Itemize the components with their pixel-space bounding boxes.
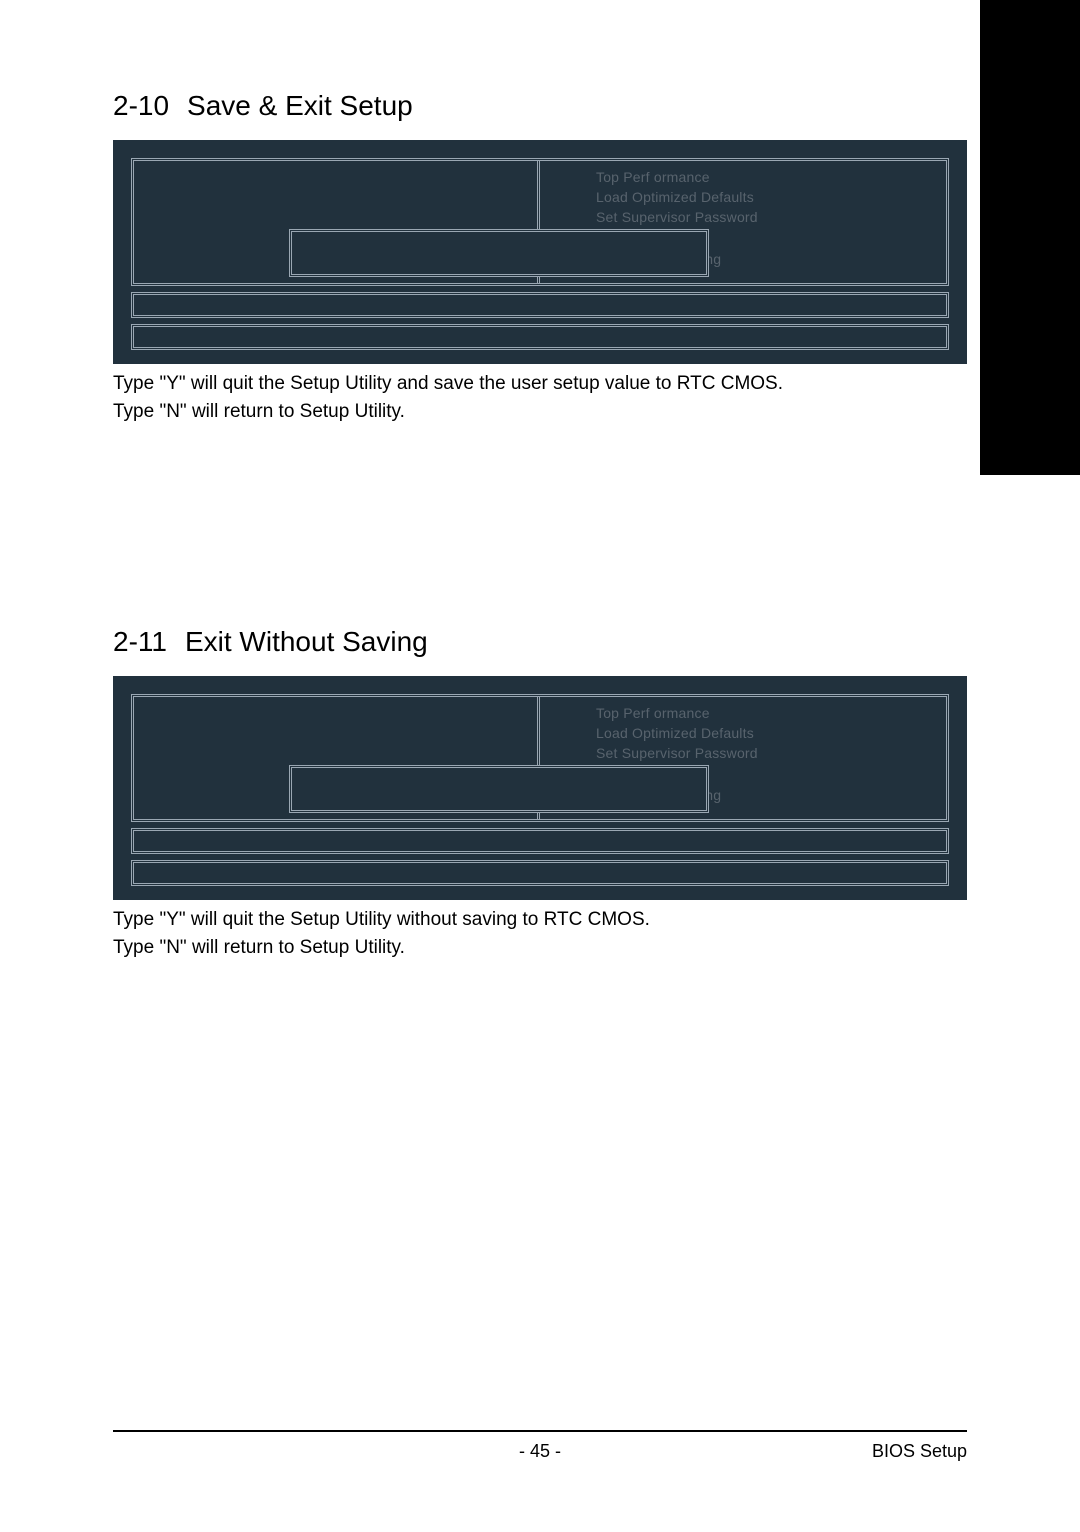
menu-item-top-performance: Top Perf ormance xyxy=(596,703,946,723)
bios-dialog-box xyxy=(289,229,709,277)
footer: - 45 - BIOS Setup xyxy=(113,1441,967,1462)
bios-screenshot-save-exit: Top Perf ormance Load Optimized Defaults… xyxy=(113,140,967,364)
menu-item-load-optimized-defaults: Load Optimized Defaults xyxy=(596,187,946,207)
desc-line: Type "Y" will quit the Setup Utility and… xyxy=(113,370,967,398)
section-title: Save & Exit Setup xyxy=(187,90,413,121)
description-exit-without: Type "Y" will quit the Setup Utility wit… xyxy=(113,906,967,962)
bios-right-col: Top Perf ormance Load Optimized Defaults… xyxy=(540,161,946,233)
bios-screenshot-exit-without: Top Perf ormance Load Optimized Defaults… xyxy=(113,676,967,900)
menu-item-top-performance: Top Perf ormance xyxy=(596,167,946,187)
bios-bottom-bar-2 xyxy=(131,860,949,886)
menu-item-set-supervisor-password: Set Supervisor Password xyxy=(596,743,946,763)
bios-frame: Top Perf ormance Load Optimized Defaults… xyxy=(131,158,949,286)
section-title: Exit Without Saving xyxy=(185,626,428,657)
menu-item-set-supervisor-password: Set Supervisor Password xyxy=(596,207,946,227)
section-heading-save-exit: 2-10 Save & Exit Setup xyxy=(113,90,967,122)
desc-line: Type "N" will return to Setup Utility. xyxy=(113,398,967,426)
bios-left-col xyxy=(134,697,537,763)
section-heading-exit-without: 2-11 Exit Without Saving xyxy=(113,626,967,658)
side-tab xyxy=(980,0,1080,475)
bios-frame: Top Perf ormance Load Optimized Defaults… xyxy=(131,694,949,822)
section-number: 2-10 xyxy=(113,90,169,121)
desc-line: Type "N" will return to Setup Utility. xyxy=(113,934,967,962)
footer-section-label: BIOS Setup xyxy=(872,1441,967,1462)
bios-bottom-bar-1 xyxy=(131,292,949,318)
bios-dialog-box xyxy=(289,765,709,813)
footer-rule xyxy=(113,1430,967,1432)
page-number: - 45 - xyxy=(519,1441,561,1462)
section-number: 2-11 xyxy=(113,626,167,657)
bios-bottom-bar-1 xyxy=(131,828,949,854)
bios-right-col: Top Perf ormance Load Optimized Defaults… xyxy=(540,697,946,769)
menu-item-load-optimized-defaults: Load Optimized Defaults xyxy=(596,723,946,743)
bios-bottom-bar-2 xyxy=(131,324,949,350)
bios-left-col xyxy=(134,161,537,227)
description-save-exit: Type "Y" will quit the Setup Utility and… xyxy=(113,370,967,426)
desc-line: Type "Y" will quit the Setup Utility wit… xyxy=(113,906,967,934)
